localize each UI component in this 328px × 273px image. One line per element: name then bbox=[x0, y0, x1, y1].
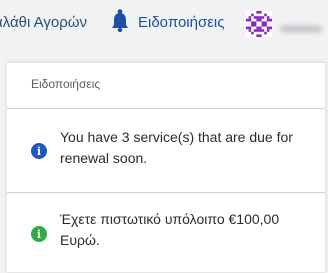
notification-item[interactable]: i Έχετε πιστωτικό υπόλοιπο €100,00 Ευρώ. bbox=[7, 193, 325, 273]
notifications-dropdown: Ειδοποιήσεις i You have 3 service(s) tha… bbox=[7, 62, 325, 272]
info-icon: i bbox=[31, 226, 47, 242]
avatar[interactable] bbox=[246, 11, 272, 37]
top-navbar: αλάθι Αγορών Ειδοποιήσεις bbox=[0, 0, 328, 52]
username-blurred[interactable] bbox=[280, 25, 322, 33]
dropdown-header: Ειδοποιήσεις bbox=[7, 63, 325, 109]
notification-text: You have 3 service(s) that are due for r… bbox=[60, 129, 293, 166]
dropdown-title: Ειδοποιήσεις bbox=[31, 77, 101, 91]
notifications-link[interactable]: Ειδοποιήσεις bbox=[138, 14, 224, 31]
notification-text: Έχετε πιστωτικό υπόλοιπο €100,00 Ευρώ. bbox=[60, 211, 280, 248]
info-icon: i bbox=[31, 143, 47, 159]
shopping-cart-link[interactable]: αλάθι Αγορών bbox=[0, 14, 87, 31]
notification-item[interactable]: i You have 3 service(s) that are due for… bbox=[7, 109, 325, 193]
bell-icon[interactable] bbox=[110, 8, 130, 36]
